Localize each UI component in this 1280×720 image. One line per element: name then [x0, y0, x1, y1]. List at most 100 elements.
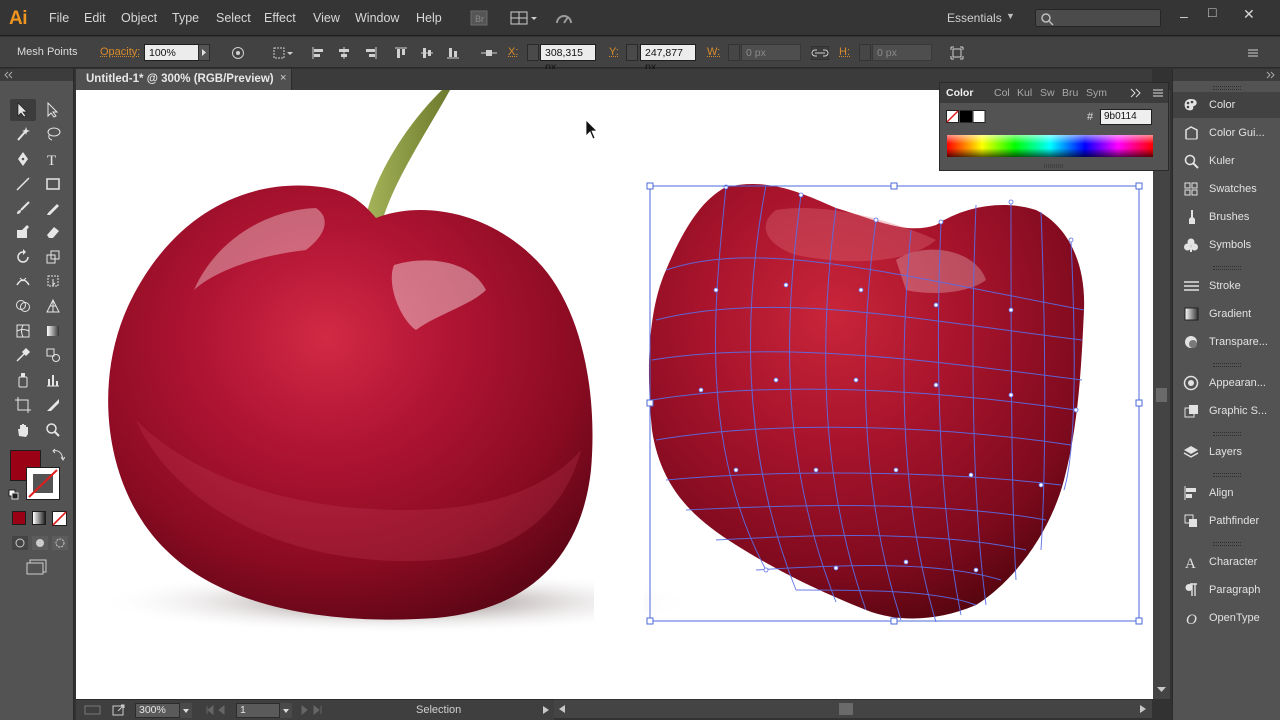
slice-tool[interactable]: [40, 394, 66, 416]
menu-effect[interactable]: Effect: [264, 11, 296, 25]
zoom-tool[interactable]: [40, 419, 66, 441]
line-segment-tool[interactable]: [10, 173, 36, 195]
height-stepper[interactable]: [859, 44, 871, 61]
pencil-tool[interactable]: [40, 197, 66, 219]
dock-item-gradient[interactable]: Gradient: [1173, 301, 1280, 327]
current-tool-status[interactable]: Selection: [416, 704, 461, 716]
document-tab[interactable]: Untitled-1* @ 300% (RGB/Preview) ×: [76, 69, 292, 90]
type-tool[interactable]: T: [40, 148, 66, 170]
magic-wand-tool[interactable]: [10, 123, 36, 145]
panel-menu-icon[interactable]: [1152, 88, 1164, 98]
dock-group-grip[interactable]: [1213, 266, 1241, 270]
tab-kuler[interactable]: Kul: [1017, 87, 1032, 99]
tab-symbols[interactable]: Sym: [1086, 87, 1107, 99]
collapse-panel-icon[interactable]: [1130, 88, 1142, 98]
scroll-thumb-horizontal[interactable]: [839, 703, 853, 715]
panel-menu-icon[interactable]: [1246, 46, 1260, 60]
maximize-button[interactable]: □: [1208, 4, 1216, 20]
bridge-icon[interactable]: Br: [470, 9, 488, 27]
paintbrush-tool[interactable]: [10, 197, 36, 219]
share-icon[interactable]: [112, 703, 126, 717]
zoom-level-field[interactable]: 300%: [135, 703, 180, 718]
dock-item-pathfinder[interactable]: Pathfinder: [1173, 508, 1280, 534]
hand-tool[interactable]: [10, 419, 36, 441]
width-stepper[interactable]: [728, 44, 740, 61]
close-document-button[interactable]: ×: [280, 72, 286, 84]
artboard-nav-next-last-icon[interactable]: [300, 704, 330, 716]
transform-panel-icon[interactable]: [950, 46, 964, 60]
eyedropper-tool[interactable]: [10, 344, 36, 366]
color-mode-button[interactable]: [12, 511, 26, 525]
scale-tool[interactable]: [40, 246, 66, 268]
zoom-dropdown-icon[interactable]: [180, 703, 192, 718]
link-proportions-icon[interactable]: [811, 46, 829, 60]
opacity-arrow-button[interactable]: [198, 44, 210, 61]
dock-group-grip[interactable]: [1213, 432, 1241, 436]
artboard-canvas[interactable]: [76, 90, 1153, 699]
dock-item-swatches[interactable]: Swatches: [1173, 176, 1280, 202]
dock-item-kuler[interactable]: Kuler: [1173, 148, 1280, 174]
menu-object[interactable]: Object: [121, 11, 157, 25]
default-fill-stroke-icon[interactable]: [8, 489, 20, 501]
resize-grip-icon[interactable]: [1044, 164, 1064, 168]
horizontal-scrollbar[interactable]: [553, 700, 1152, 718]
hex-color-field[interactable]: 9b0114: [1100, 109, 1152, 125]
dock-item-color-guide[interactable]: Color Gui...: [1173, 120, 1280, 146]
artboard-dropdown-icon[interactable]: [280, 703, 292, 718]
cherry-photo[interactable]: [96, 90, 696, 699]
menu-type[interactable]: Type: [172, 11, 199, 25]
scroll-left-icon[interactable]: [558, 704, 566, 714]
shape-builder-tool[interactable]: [10, 295, 36, 317]
dock-item-character[interactable]: A Character: [1173, 549, 1280, 575]
arrange-documents-icon[interactable]: [509, 9, 539, 27]
width-tool[interactable]: [10, 270, 36, 292]
help-search-input[interactable]: [1035, 9, 1161, 27]
minimize-button[interactable]: –: [1180, 8, 1188, 24]
opacity-label[interactable]: Opacity:: [100, 46, 140, 58]
y-stepper[interactable]: [626, 44, 638, 61]
artboard-tool[interactable]: [10, 394, 36, 416]
width-field[interactable]: 0 px: [741, 44, 801, 61]
dock-item-transparency[interactable]: Transpare...: [1173, 329, 1280, 355]
workspace-switcher[interactable]: Essentials: [947, 11, 1002, 25]
align-to-selection-icon[interactable]: [272, 46, 294, 60]
gradient-tool[interactable]: [40, 320, 66, 342]
mesh-tool[interactable]: [10, 320, 36, 342]
mesh-cherry-object[interactable]: [646, 182, 1143, 625]
align-middle-icon[interactable]: [420, 46, 434, 60]
scroll-down-icon[interactable]: [1156, 686, 1167, 694]
rotate-tool[interactable]: [10, 246, 36, 268]
gpu-performance-icon[interactable]: [554, 9, 574, 27]
symbol-sprayer-tool[interactable]: [10, 369, 36, 391]
vertical-scrollbar[interactable]: [1153, 90, 1170, 699]
align-right-icon[interactable]: [364, 46, 378, 60]
tab-color-guide[interactable]: Col: [994, 87, 1010, 99]
dock-group-grip[interactable]: [1213, 542, 1241, 546]
tab-color[interactable]: Color: [946, 87, 973, 99]
status-menu-arrow-icon[interactable]: [542, 705, 550, 715]
none-white-black-swatches[interactable]: [946, 110, 986, 124]
chevron-down-icon[interactable]: ▼: [1006, 11, 1015, 21]
transform-reference-icon[interactable]: [480, 46, 498, 60]
color-spectrum[interactable]: [947, 135, 1153, 157]
blob-brush-tool[interactable]: [10, 221, 36, 243]
swap-fill-stroke-icon[interactable]: [51, 447, 65, 461]
align-bottom-icon[interactable]: [446, 46, 460, 60]
none-mode-icon[interactable]: [52, 511, 67, 526]
gradient-mode-button[interactable]: [32, 511, 46, 525]
dock-item-brushes[interactable]: Brushes: [1173, 204, 1280, 230]
menu-help[interactable]: Help: [416, 11, 442, 25]
x-field[interactable]: 308,315 px: [540, 44, 596, 73]
dock-item-opentype[interactable]: O OpenType: [1173, 605, 1280, 631]
direct-selection-tool[interactable]: [40, 99, 66, 121]
rectangle-tool[interactable]: [40, 173, 66, 195]
expand-panels-icon[interactable]: [1173, 69, 1280, 81]
pen-tool[interactable]: [10, 148, 36, 170]
free-transform-tool[interactable]: [40, 270, 66, 292]
close-button[interactable]: ✕: [1243, 6, 1255, 23]
scroll-right-icon[interactable]: [1139, 704, 1147, 714]
dock-item-paragraph[interactable]: Paragraph: [1173, 577, 1280, 603]
menu-edit[interactable]: Edit: [84, 11, 106, 25]
align-top-icon[interactable]: [394, 46, 408, 60]
collapse-arrows-icon[interactable]: [0, 69, 74, 81]
